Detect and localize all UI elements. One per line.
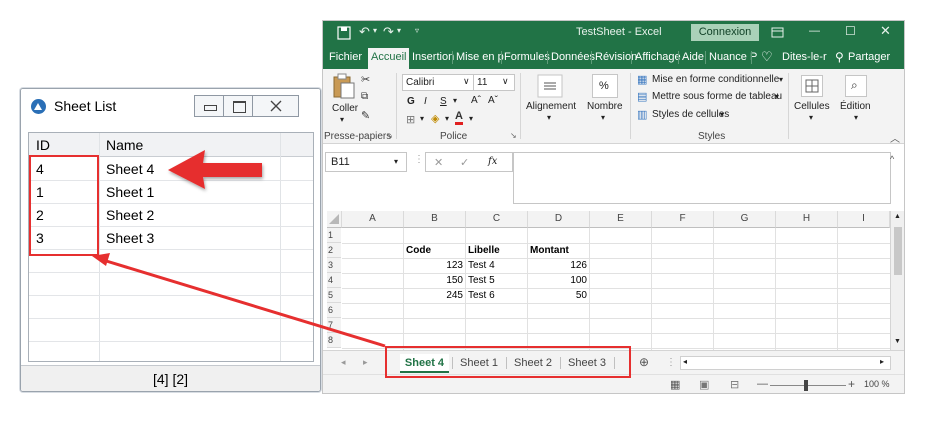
- screenshot-stage: Sheet List ID Name 4 Sheet 4 1 Sheet 1 2…: [0, 0, 937, 431]
- annotation-arrows: [92, 150, 386, 348]
- annotation-arrow-sheet4: [168, 150, 262, 189]
- annotation-arrow-connector: [92, 253, 386, 348]
